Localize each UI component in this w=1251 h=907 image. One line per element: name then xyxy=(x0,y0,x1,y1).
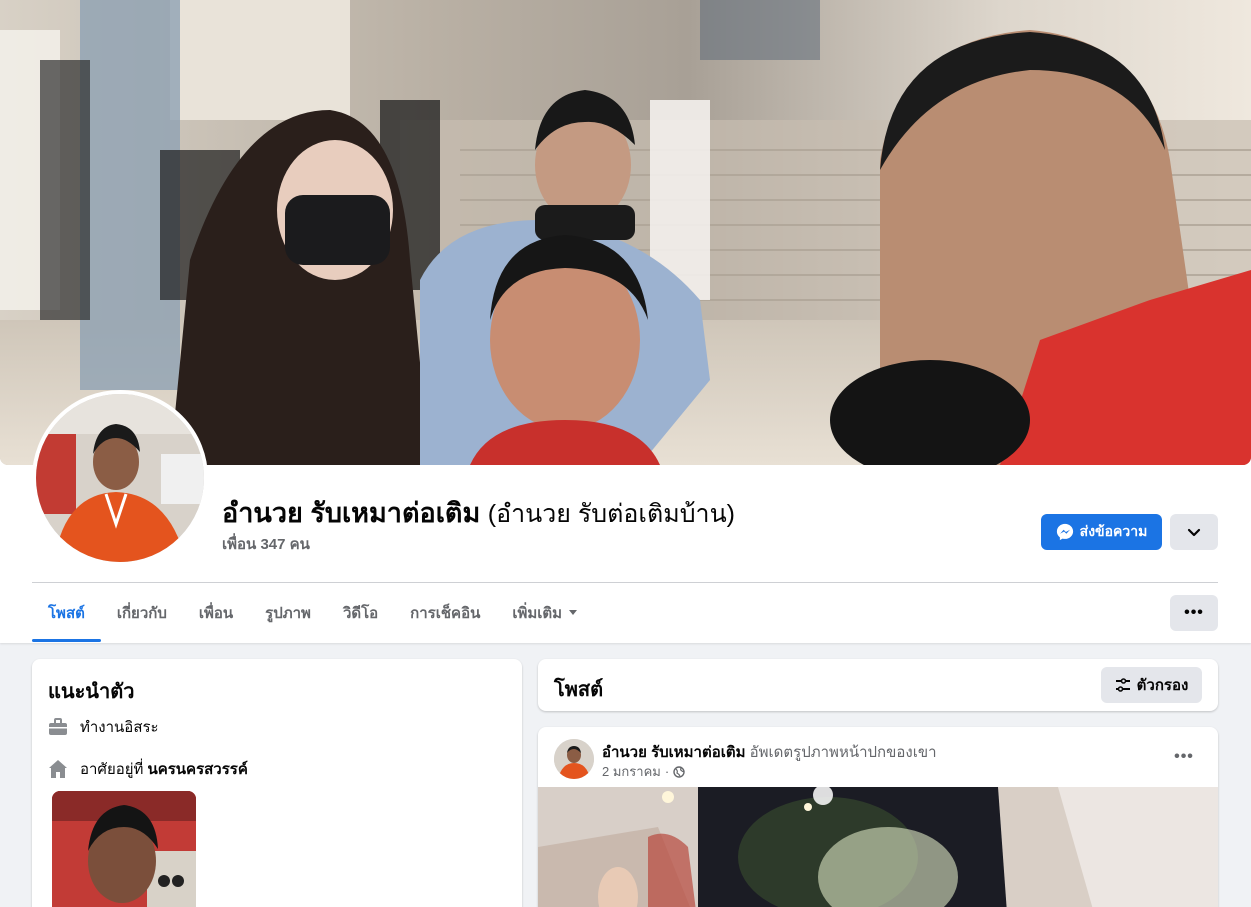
post-card: อำนวย รับเหมาต่อเติม อัพเดตรูปภาพหน้าปกข… xyxy=(538,727,1218,907)
cover-photo[interactable] xyxy=(0,0,1251,465)
filter-button[interactable]: ตัวกรอง xyxy=(1101,667,1202,703)
profile-avatar-image xyxy=(36,394,204,562)
header-divider xyxy=(32,582,1218,583)
post-author-avatar[interactable] xyxy=(554,739,594,779)
tab-label: รูปภาพ xyxy=(265,605,311,622)
intro-card: แนะนำตัว ทำงานอิสระ อาศัยอยู่ที่ นครนครส… xyxy=(32,659,522,907)
filter-label: ตัวกรอง xyxy=(1136,677,1189,694)
briefcase-icon xyxy=(48,717,68,737)
post-image[interactable] xyxy=(538,787,1218,907)
post-options-button[interactable]: ••• xyxy=(1168,743,1200,771)
tab-videos[interactable]: วิดีโอ xyxy=(327,584,394,642)
tab-label: วิดีโอ xyxy=(342,605,379,622)
friends-count[interactable]: เพื่อน 347 คน xyxy=(222,532,310,556)
tab-label: การเช็คอิน xyxy=(410,605,481,622)
profile-more-button[interactable]: ••• xyxy=(1170,595,1218,631)
profile-alternate-name: (อำนวย รับต่อเติมบ้าน) xyxy=(487,500,736,528)
chevron-down-icon xyxy=(1187,525,1201,539)
tab-label: เพื่อน xyxy=(198,605,234,622)
post-author-avatar-image xyxy=(554,739,594,779)
intro-lives-prefix: อาศัยอยู่ที่ xyxy=(80,761,144,778)
messenger-icon xyxy=(1056,523,1074,541)
cover-photo-image xyxy=(0,0,1251,465)
more-horizontal-icon: ••• xyxy=(1174,748,1194,765)
tab-more[interactable]: เพิ่มเติม xyxy=(496,584,594,642)
intro-work: ทำงานอิสระ xyxy=(48,715,159,739)
profile-header: อำนวย รับเหมาต่อเติม (อำนวย รับต่อเติมบ้… xyxy=(0,0,1251,643)
meta-separator: · xyxy=(664,764,670,779)
post-date[interactable]: 2 มกราคม xyxy=(602,761,661,782)
profile-tabs: โพสต์ เกี่ยวกับ เพื่อน รูปภาพ วิดีโอ การ… xyxy=(32,584,594,642)
tab-check-ins[interactable]: การเช็คอิน xyxy=(394,584,496,642)
profile-options-dropdown[interactable] xyxy=(1170,514,1218,550)
tab-friends[interactable]: เพื่อน xyxy=(183,584,249,642)
tab-about[interactable]: เกี่ยวกับ xyxy=(101,584,183,642)
tab-label: เพิ่มเติม xyxy=(512,605,563,622)
profile-name-text: อำนวย รับเหมาต่อเติม xyxy=(222,498,481,528)
posts-header-card: โพสต์ ตัวกรอง xyxy=(538,659,1218,711)
profile-avatar[interactable] xyxy=(32,390,208,566)
post-author-name[interactable]: อำนวย รับเหมาต่อเติม xyxy=(602,744,745,761)
profile-name: อำนวย รับเหมาต่อเติม (อำนวย รับต่อเติมบ้… xyxy=(222,491,735,534)
post-meta: 2 มกราคม · xyxy=(602,761,685,782)
intro-lives: อาศัยอยู่ที่ นครนครสวรรค์ xyxy=(48,757,248,781)
intro-lives-place[interactable]: นครนครสวรรค์ xyxy=(147,757,247,781)
post-image-content xyxy=(538,787,1218,907)
caret-down-icon xyxy=(568,609,578,617)
more-horizontal-icon: ••• xyxy=(1184,604,1204,621)
globe-icon xyxy=(673,765,685,778)
intro-work-text: ทำงานอิสระ xyxy=(80,719,159,736)
send-message-button[interactable]: ส่งข้อความ xyxy=(1041,514,1162,550)
featured-photo-image xyxy=(52,791,196,907)
tab-photos[interactable]: รูปภาพ xyxy=(249,584,327,642)
tab-label: เกี่ยวกับ xyxy=(116,605,167,622)
send-message-label: ส่งข้อความ xyxy=(1079,523,1148,539)
tab-posts[interactable]: โพสต์ xyxy=(32,584,101,642)
home-icon xyxy=(48,759,68,779)
tab-label: โพสต์ xyxy=(48,605,85,622)
featured-photo[interactable] xyxy=(52,791,196,907)
posts-title: โพสต์ xyxy=(554,679,604,701)
filter-icon xyxy=(1115,677,1131,693)
post-action-text: อัพเดตรูปภาพหน้าปกของเขา xyxy=(749,744,937,761)
intro-title: แนะนำตัว xyxy=(48,681,135,703)
